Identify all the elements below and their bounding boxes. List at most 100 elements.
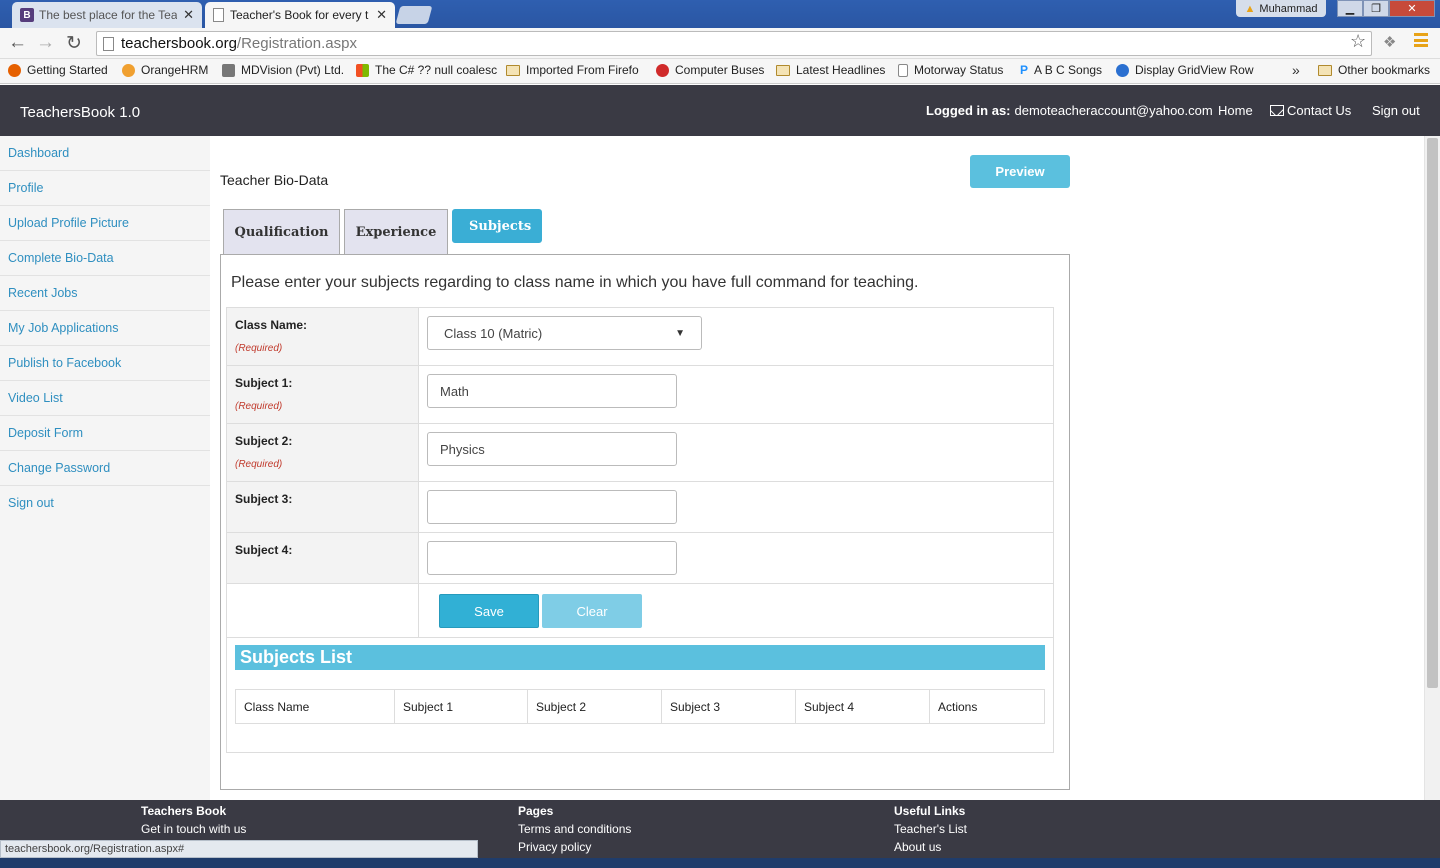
logged-in-info: Logged in as: demoteacheraccount@yahoo.co… <box>926 103 1213 118</box>
sidebar-item-deposit-form[interactable]: Deposit Form <box>0 416 210 451</box>
subject1-label-text: Subject 1: <box>235 376 293 390</box>
sidebar-item-upload-picture[interactable]: Upload Profile Picture <box>0 206 210 241</box>
scrollbar-thumb[interactable] <box>1427 138 1438 688</box>
page-scrollbar[interactable] <box>1424 136 1440 800</box>
subject4-label: Subject 4: <box>227 533 419 583</box>
mdvision-icon <box>222 63 235 77</box>
save-button[interactable]: Save <box>439 594 539 628</box>
sidebar-item-complete-bio-data[interactable]: Complete Bio-Data <box>0 241 210 276</box>
browser-tab-1[interactable]: B The best place for the Tea ✕ <box>12 2 202 28</box>
windows-icon <box>356 63 369 77</box>
required-marker: (Required) <box>235 459 283 470</box>
nav-contact[interactable]: Contact Us <box>1270 103 1351 118</box>
subject1-label: Subject 1: (Required) <box>227 366 419 423</box>
browser-tab-2[interactable]: Teacher's Book for every t ✕ <box>205 2 395 28</box>
bookmark-item[interactable]: Imported From Firefo <box>506 63 639 77</box>
nav-home[interactable]: Home <box>1218 103 1253 118</box>
sidebar-item-sign-out[interactable]: Sign out <box>0 486 210 521</box>
page-icon <box>898 63 908 77</box>
form-row-subject1: Subject 1: (Required) <box>227 366 1053 424</box>
tab-qualification[interactable]: Qualification <box>223 209 340 255</box>
column-header: Subject 3 <box>662 690 796 723</box>
column-header: Class Name <box>236 690 395 723</box>
user-badge[interactable]: ▲ Muhammad <box>1236 0 1326 17</box>
clear-button[interactable]: Clear <box>542 594 642 628</box>
sidebar-item-profile[interactable]: Profile <box>0 171 210 206</box>
bookmark-item[interactable]: Getting Started <box>8 63 108 77</box>
buttons-label-cell <box>227 584 419 637</box>
dropbox-icon[interactable]: ❖ <box>1383 33 1396 51</box>
bookmark-label: Latest Headlines <box>796 63 886 77</box>
bookmarks-overflow-button[interactable]: » <box>1292 62 1300 78</box>
bookmark-item[interactable]: Computer Buses <box>656 63 764 77</box>
os-taskbar <box>0 858 1440 868</box>
required-marker: (Required) <box>235 401 283 412</box>
class-name-select[interactable]: Class 10 (Matric) ▼ <box>427 316 702 350</box>
bookmark-label: MDVision (Pvt) Ltd. <box>241 63 345 77</box>
sidebar: Dashboard Profile Upload Profile Picture… <box>0 136 210 800</box>
footer-link[interactable]: Terms and conditions <box>518 820 631 838</box>
forward-arrow-icon[interactable]: → <box>36 32 55 54</box>
minimize-button[interactable]: ▁ <box>1337 0 1363 17</box>
new-tab-button[interactable] <box>395 6 433 24</box>
nav-contact-label: Contact Us <box>1287 103 1352 118</box>
back-arrow-icon[interactable]: ← <box>8 32 27 54</box>
url-host: teachersbook.org <box>121 35 237 52</box>
window-close-button[interactable]: ✕ <box>1389 0 1435 17</box>
bookmark-label: Getting Started <box>27 63 108 77</box>
menu-icon[interactable] <box>1414 33 1428 47</box>
footer-heading: Teachers Book <box>141 804 227 818</box>
bookmark-star-icon[interactable]: ☆ <box>1350 31 1366 52</box>
url-input[interactable]: teachersbook.org/Registration.aspx <box>96 31 1372 56</box>
other-bookmarks[interactable]: Other bookmarks <box>1318 63 1430 77</box>
bookmark-label: A B C Songs <box>1034 63 1103 77</box>
subject1-input[interactable] <box>427 374 677 408</box>
bookmark-label: Display GridView Row <box>1135 63 1254 77</box>
sidebar-item-job-applications[interactable]: My Job Applications <box>0 311 210 346</box>
subjects-form: Class Name: (Required) Class 10 (Matric) ▼… <box>226 307 1054 638</box>
class-name-selected: Class 10 (Matric) <box>444 325 543 341</box>
bookmark-item[interactable]: Display GridView Row <box>1116 63 1253 77</box>
site-brand[interactable]: TeachersBook 1.0 <box>20 104 140 121</box>
preview-button[interactable]: Preview <box>970 155 1070 188</box>
tab-subjects[interactable]: Subjects <box>452 209 542 243</box>
subject2-label: Subject 2: (Required) <box>227 424 419 481</box>
subject3-input[interactable] <box>427 490 677 524</box>
sidebar-item-change-password[interactable]: Change Password <box>0 451 210 486</box>
subject2-label-text: Subject 2: <box>235 434 293 448</box>
footer-col-useful-links: Useful Links Teacher's List About us <box>894 802 967 856</box>
bookmark-item[interactable]: Latest Headlines <box>776 63 885 77</box>
close-icon[interactable]: ✕ <box>376 7 387 23</box>
footer-link[interactable]: About us <box>894 838 967 856</box>
sidebar-item-video-list[interactable]: Video List <box>0 381 210 416</box>
subject2-input[interactable] <box>427 432 677 466</box>
footer-link[interactable]: Teacher's List <box>894 820 967 838</box>
site-header: TeachersBook 1.0 Logged in as: demoteache… <box>0 85 1440 136</box>
form-row-buttons: Save Clear <box>227 584 1053 637</box>
browser-tab-strip: B The best place for the Tea ✕ Teacher's… <box>0 0 1440 28</box>
bookmark-item[interactable]: MDVision (Pvt) Ltd. <box>222 63 344 77</box>
sidebar-item-dashboard[interactable]: Dashboard <box>0 136 210 171</box>
bookmark-label: Motorway Status <box>914 63 1004 77</box>
footer-link[interactable]: Get in touch with us <box>141 822 246 836</box>
reload-icon[interactable]: ↻ <box>66 32 82 55</box>
bookmark-item[interactable]: The C# ?? null coalesc <box>356 63 497 77</box>
bookmark-item[interactable]: Motorway Status <box>898 63 1003 77</box>
required-marker: (Required) <box>235 343 283 354</box>
sidebar-item-publish-facebook[interactable]: Publish to Facebook <box>0 346 210 381</box>
column-header: Subject 2 <box>528 690 662 723</box>
chevron-down-icon: ▼ <box>675 327 685 339</box>
tab-experience[interactable]: Experience <box>344 209 448 255</box>
nav-signout[interactable]: Sign out <box>1372 103 1420 118</box>
maximize-button[interactable]: ❐ <box>1363 0 1389 17</box>
subject4-input[interactable] <box>427 541 677 575</box>
close-icon[interactable]: ✕ <box>183 7 194 23</box>
footer-col-teachers-book: Teachers Book Get in touch with us <box>141 802 246 838</box>
sidebar-item-recent-jobs[interactable]: Recent Jobs <box>0 276 210 311</box>
footer-link[interactable]: Privacy policy <box>518 838 631 856</box>
bookmark-item[interactable]: OrangeHRM <box>122 63 208 77</box>
bookmark-item[interactable]: P A B C Songs <box>1020 63 1102 77</box>
class-name-cell: Class 10 (Matric) ▼ <box>419 308 1053 365</box>
subject1-cell <box>419 366 1053 423</box>
bookmarks-bar: Getting Started OrangeHRM MDVision (Pvt)… <box>0 59 1440 84</box>
